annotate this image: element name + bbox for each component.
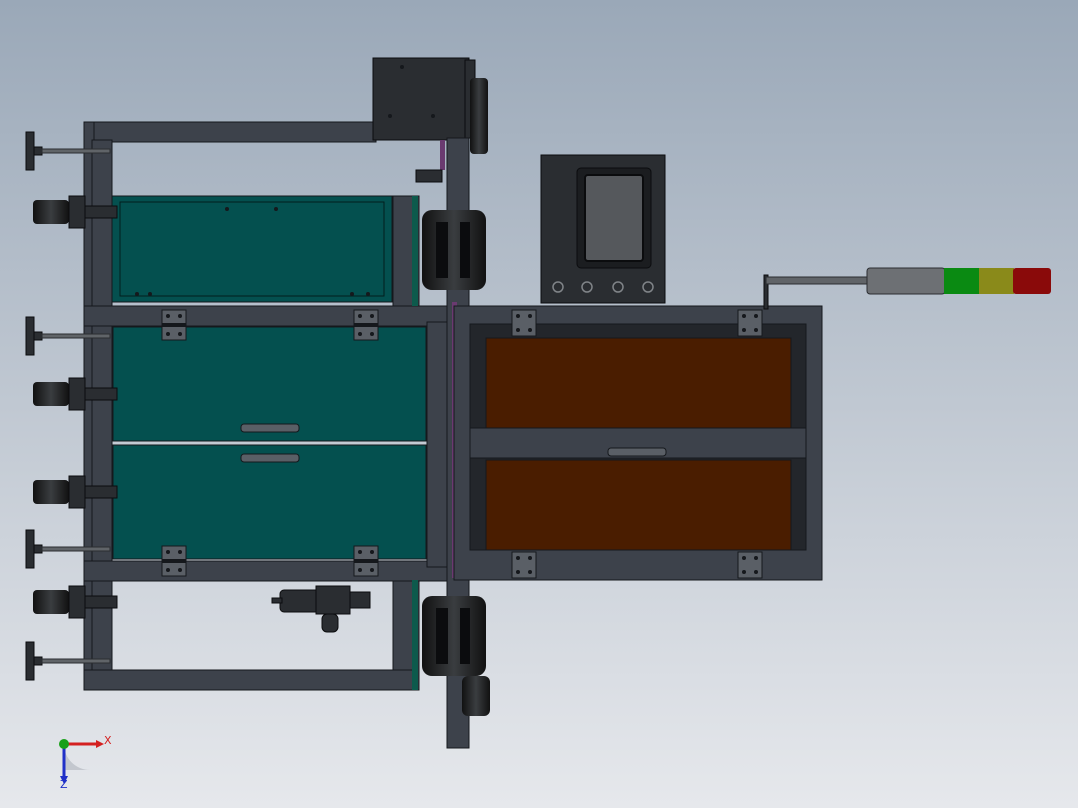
left-frame-mid-rail-bottom xyxy=(83,560,450,582)
hinge-icon xyxy=(353,545,379,577)
regulator-gauge xyxy=(321,613,339,633)
triad-z-label: Z xyxy=(60,778,68,791)
hinge-icon xyxy=(511,309,537,337)
spine-purple-strip-top xyxy=(440,140,445,170)
small-bracket xyxy=(415,169,443,183)
motor-drum xyxy=(470,78,488,154)
hinge-icon xyxy=(161,309,187,341)
regulator-body xyxy=(279,589,321,613)
motor-box xyxy=(372,57,488,154)
roller-wheel-icon xyxy=(422,210,486,290)
right-cabinet xyxy=(453,305,823,581)
regulator-valve xyxy=(315,585,351,615)
upper-teal-tray xyxy=(111,195,393,303)
tray-screw xyxy=(148,292,152,296)
upper-tray-body xyxy=(111,195,393,303)
tray-screw xyxy=(350,292,354,296)
hinge-icon xyxy=(353,309,379,341)
box-screw xyxy=(431,114,435,118)
box-screw xyxy=(388,114,392,118)
brown-door-upper-panel xyxy=(485,337,792,429)
regulator-port xyxy=(349,591,371,609)
left-frame-inner-column xyxy=(91,139,113,676)
regulator-stem xyxy=(271,597,283,604)
stack-light-segment-green xyxy=(944,268,980,294)
motor-box-body xyxy=(372,57,470,141)
roller-wheel-icon xyxy=(422,596,486,676)
hinge-icon xyxy=(511,551,537,579)
machine-top-view-drawing: X Z xyxy=(0,0,1078,808)
teal-door-upper[interactable] xyxy=(112,326,427,442)
box-screw xyxy=(400,65,404,69)
spine-green-edge xyxy=(412,196,418,306)
door-handle[interactable] xyxy=(240,423,300,433)
brown-door-lower-panel xyxy=(485,459,792,551)
tower-rod xyxy=(765,276,871,285)
teal-door-lower[interactable] xyxy=(112,444,427,560)
brown-door-lower[interactable] xyxy=(485,447,792,551)
left-frame-bottom-rail xyxy=(83,669,415,691)
tray-screw xyxy=(135,292,139,296)
left-frame-top-rail xyxy=(83,121,377,143)
tray-screw xyxy=(366,292,370,296)
y-axis-dot xyxy=(59,739,69,749)
brown-door-upper[interactable] xyxy=(485,337,792,441)
hinge-icon xyxy=(737,309,763,337)
cad-viewport[interactable]: X Z xyxy=(0,0,1078,808)
roller-wheel-icon xyxy=(462,676,490,716)
spine-green-edge xyxy=(412,580,418,690)
tray-screw xyxy=(274,207,278,211)
hinge-icon xyxy=(161,545,187,577)
left-frame-drawer-divider-col xyxy=(426,321,450,568)
triad-x-label: X xyxy=(104,734,112,747)
tray-screw xyxy=(225,207,229,211)
left-frame-mid-rail-top xyxy=(83,305,450,327)
hinge-icon xyxy=(737,551,763,579)
stack-light-segment-grey xyxy=(866,267,946,295)
hmi-touch-screen[interactable] xyxy=(584,174,644,262)
door-handle[interactable] xyxy=(240,453,300,463)
hmi-control-box xyxy=(540,154,666,304)
door-handle[interactable] xyxy=(607,447,667,457)
stack-light-segment-yellow xyxy=(979,268,1014,294)
stack-light-segment-red xyxy=(1013,268,1051,294)
